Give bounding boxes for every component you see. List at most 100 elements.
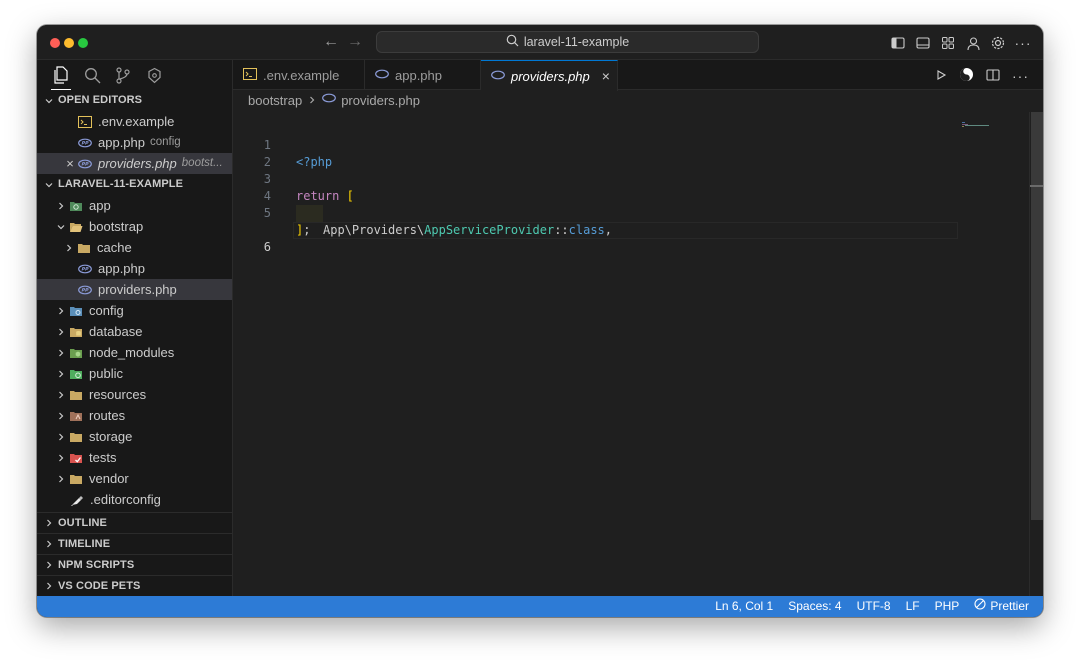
- code-line: 1 <?php: [263, 138, 333, 169]
- php-file-icon: [491, 68, 505, 85]
- close-window-button[interactable]: [50, 38, 60, 48]
- open-editor-item[interactable]: app.php config: [37, 132, 232, 153]
- extensions-icon[interactable]: [144, 65, 164, 85]
- config-folder-icon: [69, 304, 83, 318]
- scrollbar-thumb[interactable]: [1031, 112, 1043, 520]
- chevron-right-icon: [43, 538, 55, 550]
- toggle-panel-icon[interactable]: [915, 35, 931, 51]
- tree-file-editorconfig[interactable]: .editorconfig: [37, 489, 232, 510]
- breadcrumb-folder[interactable]: bootstrap: [248, 90, 302, 112]
- close-icon[interactable]: ×: [62, 153, 78, 174]
- eol-status[interactable]: LF: [906, 596, 920, 617]
- cursor-position-marker: [1030, 185, 1043, 187]
- outline-header[interactable]: OUTLINE: [37, 512, 233, 533]
- run-play-icon[interactable]: [935, 69, 947, 84]
- tree-folder-database[interactable]: database: [37, 321, 232, 342]
- tab-providers-php[interactable]: providers.php ×: [481, 60, 618, 91]
- open-editors-header[interactable]: OPEN EDITORS: [37, 90, 232, 111]
- tab-app-php[interactable]: app.php: [365, 60, 481, 90]
- tree-folder-tests[interactable]: tests: [37, 447, 232, 468]
- language-mode-status[interactable]: PHP: [935, 596, 960, 617]
- tree-file-providers-php[interactable]: providers.php: [37, 279, 232, 300]
- chevron-down-icon: [43, 179, 55, 191]
- prettier-disabled-icon: [974, 596, 986, 617]
- timeline-header[interactable]: TIMELINE: [37, 533, 233, 554]
- open-editor-item-active[interactable]: × providers.php bootst...: [37, 153, 232, 174]
- editor-tabs: .env.example app.php providers.php × ···: [233, 60, 1043, 91]
- database-folder-icon: [69, 325, 83, 339]
- tree-folder-storage[interactable]: storage: [37, 426, 232, 447]
- folder-open-icon: [69, 220, 83, 234]
- chevron-right-icon: [53, 306, 69, 316]
- tree-folder-app[interactable]: app: [37, 195, 232, 216]
- code-editor[interactable]: 1 <?php 2 3 return [ 4 App\Providers\App…: [233, 120, 958, 254]
- pets-yin-yang-icon[interactable]: [959, 67, 974, 85]
- tree-folder-resources[interactable]: resources: [37, 384, 232, 405]
- folder-icon: [69, 430, 83, 444]
- prettier-status[interactable]: Prettier: [974, 596, 1029, 617]
- minimap[interactable]: [959, 120, 1019, 150]
- tree-folder-vendor[interactable]: vendor: [37, 468, 232, 489]
- go-back-arrow-icon[interactable]: ←: [321, 32, 341, 52]
- terminal-file-icon: [78, 115, 92, 129]
- code-line: 4 App\Providers\AppServiceProvider::clas…: [263, 189, 613, 237]
- tests-folder-icon: [69, 451, 83, 465]
- tree-folder-public[interactable]: public: [37, 363, 232, 384]
- breadcrumb: bootstrap providers.php: [233, 90, 1043, 112]
- close-icon[interactable]: ×: [602, 68, 610, 84]
- vscode-window: ← → laravel-11-example ··· OPEN EDITORS …: [37, 25, 1043, 617]
- editor-area: .env.example app.php providers.php × ···…: [233, 60, 1043, 596]
- chevron-right-icon: [53, 453, 69, 463]
- chevron-right-icon: [61, 243, 77, 253]
- title-bar: ← → laravel-11-example ···: [37, 25, 1043, 60]
- node-folder-icon: [69, 346, 83, 360]
- encoding-status[interactable]: UTF-8: [857, 596, 891, 617]
- tree-file-app-php[interactable]: app.php: [37, 258, 232, 279]
- tree-folder-routes[interactable]: routes: [37, 405, 232, 426]
- more-actions-icon[interactable]: ···: [1015, 35, 1031, 51]
- breadcrumb-file[interactable]: providers.php: [341, 90, 420, 112]
- tree-folder-bootstrap[interactable]: bootstrap: [37, 216, 232, 237]
- customize-layout-icon[interactable]: [940, 35, 956, 51]
- settings-gear-icon[interactable]: [990, 35, 1006, 51]
- tree-folder-cache[interactable]: cache: [37, 237, 232, 258]
- search-icon: [506, 33, 519, 53]
- chevron-right-icon: [53, 327, 69, 337]
- npm-scripts-header[interactable]: NPM SCRIPTS: [37, 554, 233, 575]
- more-actions-icon[interactable]: ···: [1012, 68, 1029, 84]
- project-header[interactable]: LARAVEL-11-EXAMPLE: [37, 174, 232, 195]
- explorer-files-icon[interactable]: [51, 65, 71, 90]
- tree-folder-node-modules[interactable]: node_modules: [37, 342, 232, 363]
- command-center-search[interactable]: laravel-11-example: [376, 31, 759, 53]
- php-file-icon: [78, 283, 92, 297]
- code-line: 2: [263, 155, 271, 169]
- split-editor-icon[interactable]: [986, 68, 1000, 85]
- search-icon[interactable]: [82, 65, 102, 85]
- source-control-icon[interactable]: [113, 65, 133, 85]
- current-line-highlight: [293, 222, 958, 239]
- chevron-down-icon: [43, 95, 55, 107]
- chevron-right-icon: [53, 369, 69, 379]
- command-center-text: laravel-11-example: [523, 35, 630, 49]
- vscode-pets-header[interactable]: VS CODE PETS: [37, 575, 233, 596]
- chevron-right-icon: [53, 201, 69, 211]
- folder-icon: [69, 472, 83, 486]
- status-bar: Ln 6, Col 1 Spaces: 4 UTF-8 LF PHP Prett…: [37, 596, 1043, 617]
- editorconfig-file-icon: [70, 493, 84, 507]
- minimize-window-button[interactable]: [64, 38, 74, 48]
- go-forward-arrow-icon[interactable]: →: [345, 32, 365, 52]
- tab-env-example[interactable]: .env.example: [233, 60, 365, 90]
- chevron-down-icon: [53, 222, 69, 232]
- tree-folder-config[interactable]: config: [37, 300, 232, 321]
- chevron-right-icon: [53, 390, 69, 400]
- cursor-position-status[interactable]: Ln 6, Col 1: [715, 596, 773, 617]
- toggle-primary-sidebar-icon[interactable]: [890, 35, 906, 51]
- chevron-right-icon: [53, 411, 69, 421]
- terminal-file-icon: [243, 67, 257, 84]
- vertical-scrollbar[interactable]: [1029, 112, 1043, 596]
- maximize-window-button[interactable]: [78, 38, 88, 48]
- open-editor-item[interactable]: .env.example: [37, 111, 232, 132]
- indentation-status[interactable]: Spaces: 4: [788, 596, 841, 617]
- php-file-icon: [375, 67, 389, 84]
- account-icon[interactable]: [965, 35, 981, 51]
